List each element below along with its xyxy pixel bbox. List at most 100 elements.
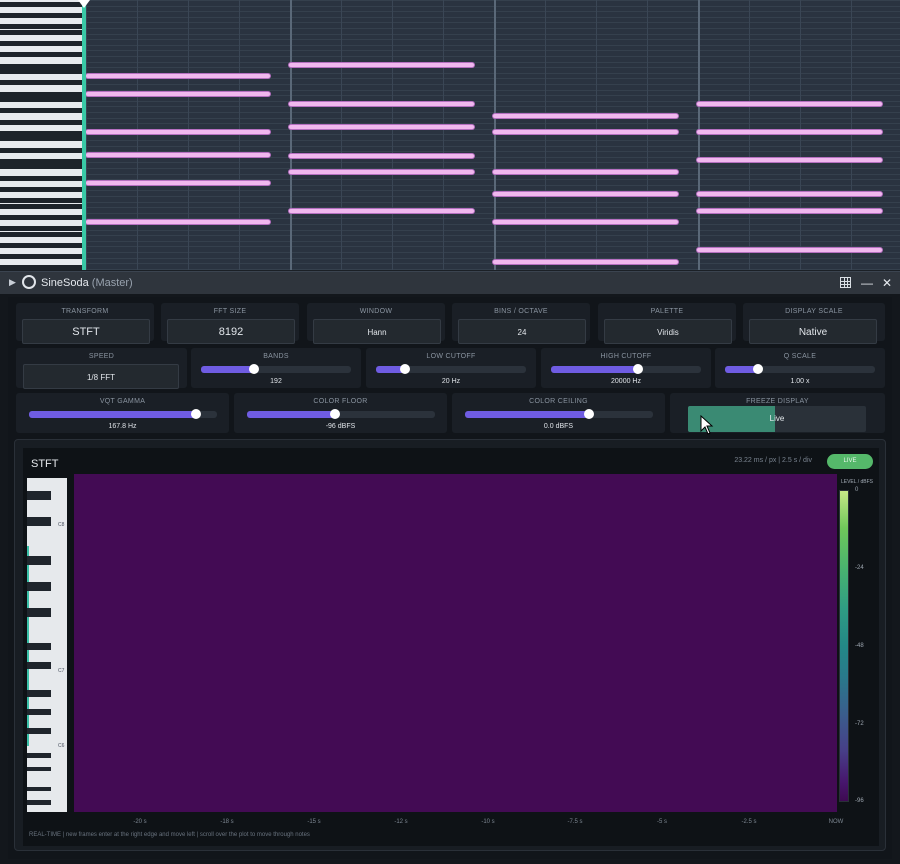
- midi-note[interactable]: [86, 153, 270, 157]
- vqt-gamma-slider-knob[interactable]: [191, 409, 202, 419]
- q-scale-slider-knob[interactable]: [753, 364, 763, 374]
- midi-note[interactable]: [697, 209, 882, 213]
- close-button[interactable]: ✕: [880, 276, 894, 290]
- piano-key-black[interactable]: [0, 147, 82, 153]
- plugin-titlebar[interactable]: ▶ SineSoda (Master) — ✕: [0, 272, 900, 294]
- piano-key-black[interactable]: [0, 97, 82, 103]
- piano-roll[interactable]: [0, 0, 900, 270]
- piano-key-black[interactable]: [27, 766, 51, 772]
- piano-key-black[interactable]: [0, 2, 82, 7]
- piano-key-black[interactable]: [27, 708, 51, 716]
- midi-note[interactable]: [86, 74, 270, 78]
- piano-key-black[interactable]: [0, 226, 82, 231]
- playhead[interactable]: [82, 0, 86, 270]
- spectrogram-plot[interactable]: [74, 474, 837, 812]
- midi-note[interactable]: [493, 130, 678, 134]
- piano-key-black[interactable]: [0, 214, 82, 220]
- color-floor-slider-knob[interactable]: [330, 409, 341, 419]
- midi-note[interactable]: [289, 63, 474, 67]
- piano-key-black[interactable]: [0, 198, 82, 203]
- piano-key-black[interactable]: [0, 91, 82, 97]
- piano-key-black[interactable]: [27, 582, 51, 592]
- transform-select[interactable]: STFT: [22, 319, 150, 344]
- window-select[interactable]: Hann: [313, 319, 441, 344]
- midi-note[interactable]: [86, 130, 270, 134]
- piano-key-black[interactable]: [27, 517, 51, 527]
- midi-note[interactable]: [697, 192, 882, 196]
- low-cutoff-slider-knob[interactable]: [399, 364, 410, 374]
- midi-note[interactable]: [86, 220, 270, 224]
- midi-note[interactable]: [697, 248, 882, 252]
- high-cutoff-slider[interactable]: [551, 364, 701, 374]
- piano-key-black[interactable]: [0, 254, 82, 259]
- piano-key-black[interactable]: [27, 753, 51, 758]
- piano-key-black[interactable]: [0, 119, 82, 125]
- midi-note[interactable]: [289, 102, 474, 106]
- midi-note[interactable]: [493, 192, 678, 196]
- bins-per-octave-select[interactable]: 24: [458, 319, 586, 344]
- piano-key-black[interactable]: [0, 69, 82, 75]
- piano-key-black[interactable]: [0, 203, 82, 209]
- color-floor-slider[interactable]: [247, 409, 435, 419]
- midi-note[interactable]: [289, 209, 474, 213]
- bands-slider[interactable]: [201, 364, 351, 374]
- piano-key-black[interactable]: [0, 242, 82, 248]
- piano-key-black[interactable]: [0, 30, 82, 35]
- piano-key-black[interactable]: [0, 108, 82, 114]
- piano-key-black[interactable]: [27, 662, 51, 669]
- piano-key-black[interactable]: [0, 158, 82, 164]
- piano-key-black[interactable]: [27, 727, 51, 735]
- collapse-arrow-icon[interactable]: ▶: [9, 277, 16, 288]
- piano-key-black[interactable]: [27, 491, 51, 501]
- display-scale-select[interactable]: Native: [749, 319, 877, 344]
- piano-roll-keyboard[interactable]: [0, 0, 82, 270]
- live-badge[interactable]: LIVE: [827, 454, 873, 469]
- piano-key-black[interactable]: [0, 13, 82, 19]
- piano-key-black[interactable]: [27, 786, 51, 792]
- midi-note[interactable]: [493, 170, 678, 174]
- color-ceiling-slider-knob[interactable]: [584, 409, 595, 419]
- midi-note[interactable]: [493, 260, 678, 264]
- piano-key-black[interactable]: [0, 24, 82, 30]
- piano-key-black[interactable]: [0, 164, 82, 170]
- piano-roll-grid[interactable]: [86, 0, 900, 270]
- midi-note[interactable]: [289, 170, 474, 174]
- piano-key-black[interactable]: [27, 643, 51, 650]
- color-ceiling-slider[interactable]: [465, 409, 653, 419]
- midi-note[interactable]: [493, 114, 678, 118]
- playhead-marker-icon[interactable]: [78, 0, 90, 8]
- midi-note[interactable]: [289, 154, 474, 158]
- fft-size-select[interactable]: 8192: [167, 319, 295, 344]
- piano-key-black[interactable]: [0, 130, 82, 136]
- midi-note[interactable]: [697, 158, 882, 162]
- low-cutoff-slider[interactable]: [376, 364, 526, 374]
- speed-select[interactable]: 1/8 FFT: [23, 364, 179, 389]
- piano-key-black[interactable]: [27, 608, 51, 618]
- piano-key-black[interactable]: [0, 175, 82, 181]
- piano-key-black[interactable]: [0, 80, 82, 86]
- midi-note[interactable]: [697, 102, 882, 106]
- high-cutoff-slider-knob[interactable]: [633, 364, 643, 374]
- piano-key-black[interactable]: [0, 52, 82, 58]
- midi-note[interactable]: [493, 220, 678, 224]
- piano-key-black[interactable]: [0, 136, 82, 142]
- minimize-button[interactable]: —: [860, 276, 874, 290]
- piano-key-black[interactable]: [0, 265, 82, 270]
- midi-note[interactable]: [86, 92, 270, 96]
- piano-key-black[interactable]: [0, 231, 82, 237]
- palette-select[interactable]: Viridis: [604, 319, 732, 344]
- midi-note[interactable]: [697, 130, 882, 134]
- piano-key-black[interactable]: [0, 41, 82, 47]
- piano-key-black[interactable]: [27, 800, 51, 805]
- spectrogram-keyboard[interactable]: C8 C7 C6: [27, 478, 67, 812]
- piano-key-black[interactable]: [27, 556, 51, 566]
- midi-note[interactable]: [289, 125, 474, 129]
- piano-key-black[interactable]: [0, 63, 82, 69]
- midi-note[interactable]: [86, 181, 270, 185]
- grid-button[interactable]: [840, 276, 854, 290]
- vqt-gamma-slider[interactable]: [29, 409, 217, 419]
- piano-key-black[interactable]: [0, 186, 82, 192]
- piano-key-black[interactable]: [27, 690, 51, 697]
- q-scale-slider[interactable]: [725, 364, 875, 374]
- freeze-display-toggle[interactable]: Live: [688, 406, 866, 432]
